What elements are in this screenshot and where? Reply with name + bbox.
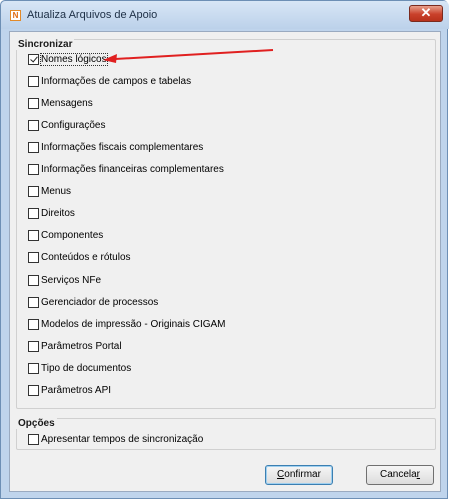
sync-option-label: Informações fiscais complementares bbox=[41, 141, 204, 153]
close-button[interactable]: ✕ bbox=[409, 5, 443, 22]
sync-option-checkbox[interactable] bbox=[28, 318, 39, 330]
sync-option-row[interactable]: Tipo de documentos bbox=[28, 361, 131, 375]
sync-option-label: Componentes bbox=[41, 230, 104, 242]
sync-option-row[interactable]: Conteúdos e rótulos bbox=[28, 251, 131, 265]
sync-option-row[interactable]: Mensagens bbox=[28, 96, 93, 110]
confirm-button[interactable]: Confirmar bbox=[265, 465, 333, 485]
options-option-row[interactable]: Apresentar tempos de sincronização bbox=[28, 432, 203, 446]
sync-option-checkbox[interactable] bbox=[28, 252, 39, 264]
sync-option-row[interactable]: Configurações bbox=[28, 118, 105, 132]
sync-option-checkbox[interactable] bbox=[28, 141, 39, 153]
sync-option-row[interactable]: Serviços NFe bbox=[28, 273, 101, 287]
confirm-label-rest: onfirmar bbox=[284, 469, 321, 480]
sync-option-row[interactable]: Direitos bbox=[28, 207, 75, 221]
app-icon: N bbox=[10, 10, 21, 21]
cancel-mnemonic: r bbox=[416, 469, 421, 480]
options-option-checkbox[interactable] bbox=[28, 433, 39, 445]
sync-option-row[interactable]: Parâmetros API bbox=[28, 384, 111, 398]
options-group-title: Opções bbox=[16, 418, 57, 429]
sync-option-label: Configurações bbox=[41, 119, 106, 131]
dialog-window: N Atualiza Arquivos de Apoio ✕ Sincroniz… bbox=[0, 0, 449, 499]
dialog-client-area: Sincronizar Nomes lógicos Informações de … bbox=[9, 31, 441, 492]
sync-option-row[interactable]: Gerenciador de processos bbox=[28, 295, 158, 309]
sync-option-row[interactable]: Menus bbox=[28, 185, 71, 199]
sync-option-checkbox[interactable] bbox=[28, 53, 39, 65]
cancel-button[interactable]: Cancelar bbox=[366, 465, 434, 485]
sync-option-label: Menus bbox=[41, 186, 72, 198]
sync-option-label: Mensagens bbox=[41, 97, 93, 109]
sync-option-checkbox[interactable] bbox=[28, 97, 39, 109]
sync-option-row[interactable]: Informações financeiras complementares bbox=[28, 163, 224, 177]
sync-option-label: Nomes lógicos bbox=[40, 52, 108, 66]
sync-option-checkbox[interactable] bbox=[28, 230, 39, 242]
sync-option-label: Parâmetros Portal bbox=[41, 340, 122, 352]
sync-option-label: Tipo de documentos bbox=[41, 362, 132, 374]
cancel-label-prefix: Cancela bbox=[379, 469, 417, 480]
sync-option-checkbox[interactable] bbox=[28, 164, 39, 175]
sync-option-checkbox[interactable] bbox=[28, 362, 39, 374]
sync-option-label: Informações de campos e tabelas bbox=[41, 75, 192, 87]
sync-option-label: Informações financeiras complementares bbox=[41, 164, 224, 175]
sync-option-checkbox[interactable] bbox=[28, 296, 39, 308]
sync-option-checkbox[interactable] bbox=[28, 385, 39, 396]
sync-option-row[interactable]: Componentes bbox=[28, 229, 103, 243]
sync-option-checkbox[interactable] bbox=[28, 186, 39, 198]
sync-option-row[interactable]: Parâmetros Portal bbox=[28, 339, 122, 353]
sync-option-label: Serviços NFe bbox=[41, 274, 102, 286]
sync-option-row[interactable]: Modelos de impressão - Originais CIGAM bbox=[28, 317, 226, 331]
window-title: Atualiza Arquivos de Apoio bbox=[27, 9, 158, 21]
title-bar[interactable]: N Atualiza Arquivos de Apoio ✕ bbox=[1, 1, 449, 29]
sync-option-label: Direitos bbox=[41, 208, 75, 220]
sync-option-checkbox[interactable] bbox=[28, 208, 39, 220]
sync-option-checkbox[interactable] bbox=[28, 274, 39, 286]
sync-option-label: Gerenciador de processos bbox=[41, 296, 159, 308]
sync-option-label: Parâmetros API bbox=[41, 385, 112, 396]
sync-option-row[interactable]: Nomes lógicos bbox=[28, 52, 108, 66]
sync-option-label: Conteúdos e rótulos bbox=[41, 252, 131, 264]
sync-option-checkbox[interactable] bbox=[28, 340, 39, 352]
sync-option-label: Modelos de impressão - Originais CIGAM bbox=[41, 318, 226, 330]
sync-option-row[interactable]: Informações fiscais complementares bbox=[28, 140, 203, 154]
sync-group-title: Sincronizar bbox=[16, 39, 75, 50]
sync-option-checkbox[interactable] bbox=[28, 75, 39, 87]
sync-groupbox: Sincronizar bbox=[16, 39, 436, 409]
options-option-label: Apresentar tempos de sincronização bbox=[41, 433, 204, 445]
sync-option-checkbox[interactable] bbox=[28, 119, 39, 131]
sync-option-row[interactable]: Informações de campos e tabelas bbox=[28, 74, 191, 88]
